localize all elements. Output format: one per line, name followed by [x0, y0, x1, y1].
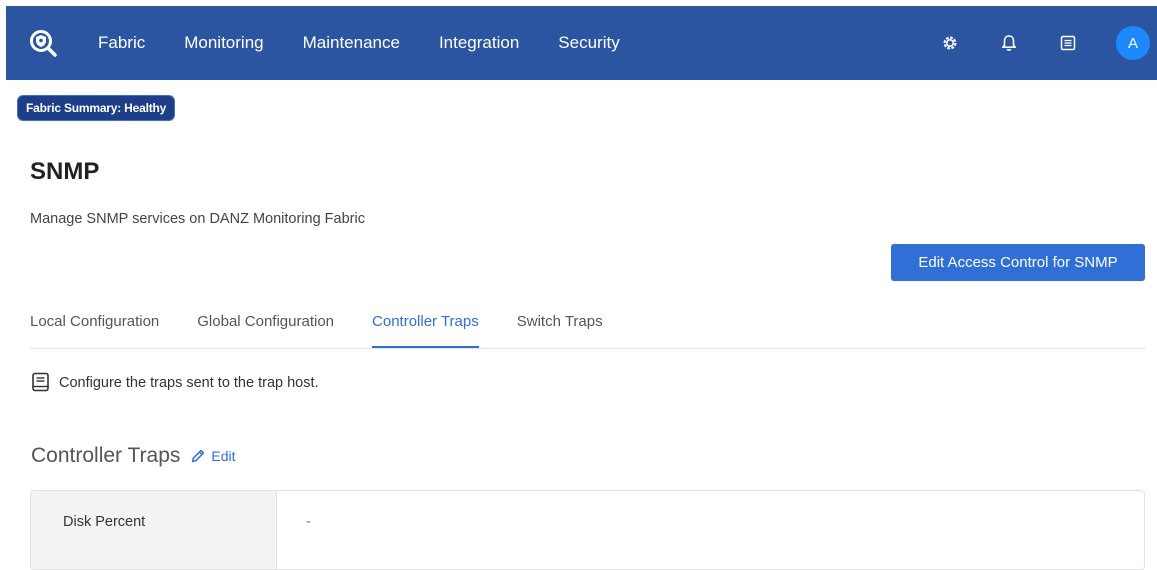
edit-access-control-button[interactable]: Edit Access Control for SNMP [891, 244, 1145, 281]
tab-switch-traps[interactable]: Switch Traps [517, 300, 603, 348]
nav-item-monitoring[interactable]: Monitoring [184, 33, 263, 53]
nav-item-integration[interactable]: Integration [439, 33, 519, 53]
nav-actions: A [939, 6, 1150, 80]
logo-icon[interactable] [24, 24, 62, 62]
tab-local-configuration[interactable]: Local Configuration [30, 300, 159, 348]
edit-link[interactable]: Edit [190, 448, 236, 464]
page-title: SNMP [30, 158, 100, 185]
bell-icon[interactable] [998, 32, 1020, 54]
status-badge[interactable]: Fabric Summary: Healthy [18, 96, 175, 120]
main-nav: Fabric Monitoring Maintenance Integratio… [98, 33, 659, 53]
nav-item-fabric[interactable]: Fabric [98, 33, 145, 53]
document-icon [31, 372, 51, 394]
pencil-icon [192, 449, 205, 463]
edit-label: Edit [211, 448, 236, 464]
nav-item-maintenance[interactable]: Maintenance [303, 33, 400, 53]
top-navigation-bar: Fabric Monitoring Maintenance Integratio… [6, 6, 1157, 80]
table-row-label: Disk Percent [31, 491, 277, 569]
tab-bar: Local Configuration Global Configuration… [30, 300, 1145, 349]
page-subtitle: Manage SNMP services on DANZ Monitoring … [30, 211, 365, 227]
tab-global-configuration[interactable]: Global Configuration [197, 300, 334, 348]
info-text: Configure the traps sent to the trap hos… [59, 375, 319, 391]
tab-controller-traps[interactable]: Controller Traps [372, 300, 479, 348]
table-row-value: - [306, 514, 311, 530]
info-message: Configure the traps sent to the trap hos… [31, 372, 319, 394]
avatar[interactable]: A [1116, 26, 1150, 60]
nav-item-security[interactable]: Security [558, 33, 619, 53]
controller-traps-table: Disk Percent - [30, 490, 1145, 570]
list-icon[interactable] [1057, 32, 1079, 54]
section-header: Controller Traps Edit [31, 444, 236, 468]
section-title: Controller Traps [31, 444, 181, 467]
gear-icon[interactable] [939, 32, 961, 54]
